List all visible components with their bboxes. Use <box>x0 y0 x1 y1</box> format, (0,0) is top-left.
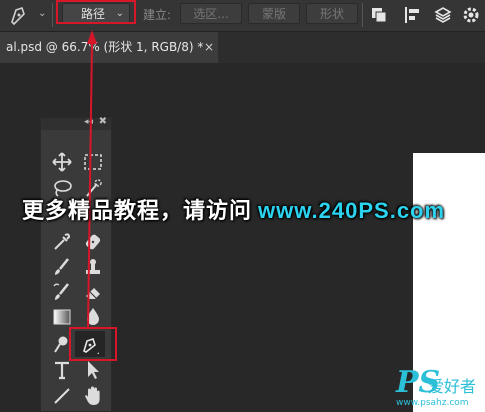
collapse-panel-icon[interactable]: ◂◂ <box>84 117 93 127</box>
divider <box>52 3 53 27</box>
document-tab-title: al.psd @ 66.7% (形状 1, RGB/8) * <box>6 40 204 54</box>
move-tool-icon[interactable] <box>50 150 74 174</box>
history-brush-tool-icon[interactable] <box>50 280 74 304</box>
logo-site: www.psahz.com <box>396 398 469 408</box>
banner-text: 更多精品教程，请访问 <box>22 199 253 224</box>
make-label: 建立: <box>143 8 172 22</box>
preset-chevron-down-icon[interactable]: ⌄ <box>38 8 46 19</box>
pen-tool-preset-icon[interactable] <box>6 4 32 26</box>
make-shape-button[interactable]: 形状 <box>306 3 358 24</box>
site-logo: PS 爱好者 www.psahz.com <box>396 365 482 409</box>
mode-select-highlight-box <box>56 0 136 24</box>
watermark-banner: 更多精品教程，请访问 www.240PS.com <box>22 193 445 225</box>
path-alignment-icon[interactable] <box>402 4 424 26</box>
document-tab-bar: al.psd @ 66.7% (形状 1, RGB/8) * × <box>0 32 485 63</box>
blur-tool-icon[interactable] <box>81 305 105 329</box>
brush-tool-icon[interactable] <box>50 255 74 279</box>
banner-url: www.240PS.com <box>258 198 446 223</box>
path-operations-icon[interactable] <box>368 4 390 26</box>
make-mask-button[interactable]: 蒙版 <box>248 3 300 24</box>
spot-healing-brush-tool-icon[interactable] <box>81 230 105 254</box>
pen-tool-highlight-box <box>69 327 117 361</box>
path-selection-tool-icon[interactable] <box>81 358 105 382</box>
logo-name: 爱好者 <box>428 377 477 396</box>
gradient-tool-icon[interactable] <box>50 305 74 329</box>
make-selection-button[interactable]: 选区... <box>180 3 242 24</box>
eyedropper-tool-icon[interactable] <box>50 230 74 254</box>
eraser-tool-icon[interactable] <box>81 280 105 304</box>
path-arrangement-icon[interactable] <box>432 4 454 26</box>
clone-stamp-tool-icon[interactable] <box>81 255 105 279</box>
line-tool-icon[interactable] <box>50 384 74 408</box>
hand-tool-icon[interactable] <box>81 384 105 408</box>
marquee-tool-icon[interactable] <box>81 150 105 174</box>
close-panel-icon[interactable]: ✖ <box>99 116 107 127</box>
document-tab[interactable]: al.psd @ 66.7% (形状 1, RGB/8) * × <box>0 32 218 63</box>
options-bar: ⌄ 路径 ⌄ 建立: 选区... 蒙版 形状 <box>0 0 485 32</box>
divider <box>362 3 363 27</box>
settings-gear-icon[interactable] <box>460 4 482 26</box>
type-tool-icon[interactable] <box>50 358 74 382</box>
close-tab-icon[interactable]: × <box>204 32 214 63</box>
tools-panel-header[interactable]: ◂◂ ✖ <box>41 116 111 130</box>
tools-panel: ◂◂ ✖ <box>40 116 112 412</box>
